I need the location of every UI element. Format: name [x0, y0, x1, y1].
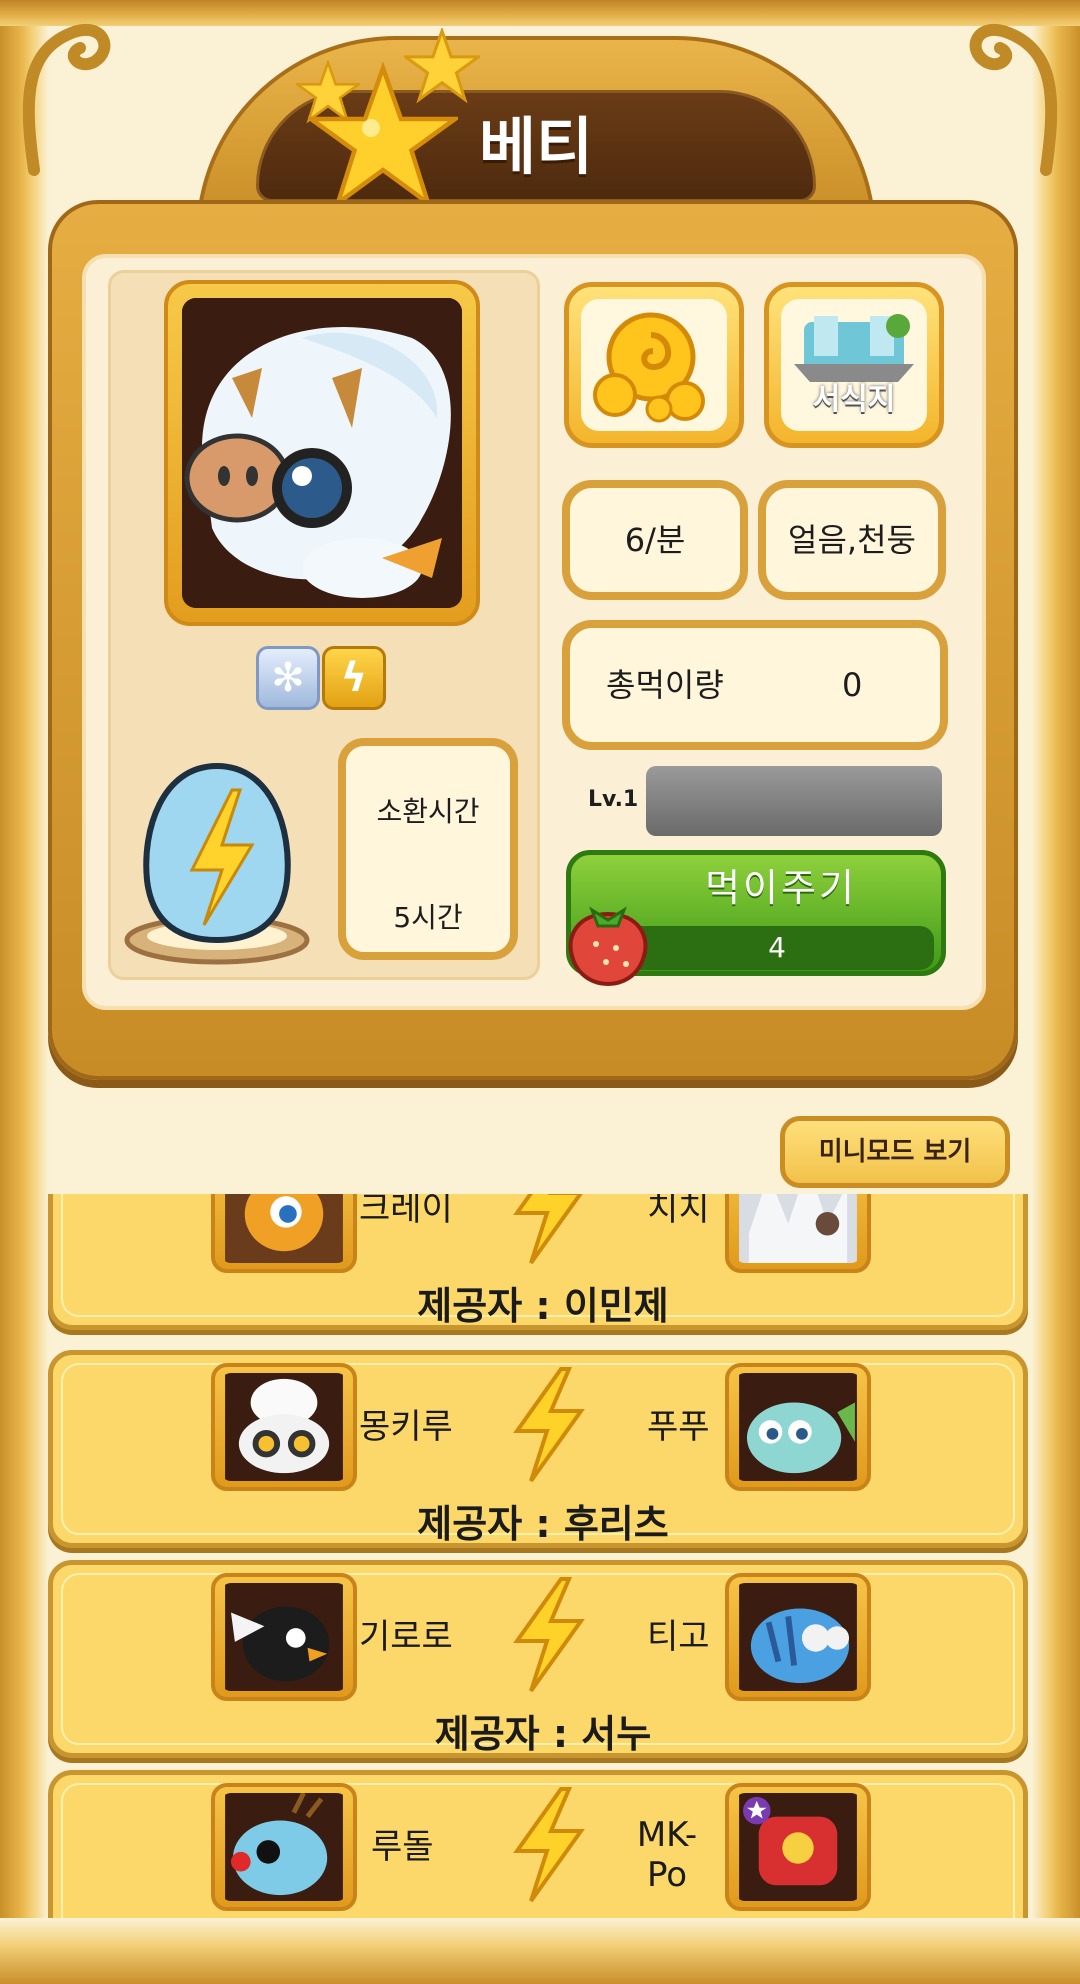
- gold-coins-icon: [593, 312, 705, 423]
- pet-avatar-icon: [182, 298, 462, 608]
- combo-right-name: MK-Po: [636, 1815, 698, 1895]
- pet-portrait: [164, 280, 480, 626]
- pet-monkiru-icon: [225, 1373, 343, 1481]
- habitat-button[interactable]: 서식지: [764, 282, 944, 448]
- frame-bottom-border: [0, 1918, 1080, 1984]
- habitat-types-box: 얼음,천둥: [758, 480, 946, 600]
- habitat-types-value: 얼음,천둥: [788, 521, 916, 559]
- combo-card: 몽키루 푸푸 제공자 : 후리츠: [48, 1350, 1028, 1548]
- combo-left-thumb[interactable]: [211, 1783, 357, 1911]
- combo-left-name: 몽키루: [359, 1407, 453, 1447]
- combo-card: 크레이 치치 제공자 : 이민제: [48, 1194, 1028, 1330]
- ornament-top-left-icon: [22, 24, 111, 176]
- combo-left-thumb[interactable]: [211, 1363, 357, 1491]
- combo-left-name: 루돌: [371, 1827, 434, 1867]
- combo-left-name: 기로로: [359, 1617, 453, 1657]
- combo-card: 루돌 MK-Po: [48, 1770, 1028, 1918]
- feed-count: 4: [620, 926, 934, 970]
- food-total-label: 총먹이량: [606, 666, 724, 704]
- pet-rudol-icon: [225, 1793, 343, 1901]
- combo-left-name: 크레이: [359, 1194, 453, 1229]
- summon-time-value: 5시간: [393, 901, 463, 934]
- pet-giroro-icon: [225, 1583, 343, 1691]
- combo-list[interactable]: 크레이 치치 제공자 : 이민제 몽키루 푸푸 제공자 : 후리츠 기로로 티고…: [48, 1194, 1028, 1918]
- combo-right-name: 푸푸: [647, 1407, 710, 1447]
- combo-right-thumb[interactable]: [725, 1783, 871, 1911]
- combo-provider: 제공자 : 이민제: [417, 1284, 669, 1328]
- frame-top-border: [0, 0, 1080, 26]
- pet-mkpo-icon: [739, 1793, 857, 1901]
- combo-provider: 제공자 : 후리츠: [417, 1502, 669, 1546]
- lightning-bolt-icon: [513, 1194, 583, 1265]
- combo-card: 기로로 티고 제공자 : 서누: [48, 1560, 1028, 1758]
- summon-time-label: 소환시간: [376, 795, 480, 828]
- lightning-bolt-icon: [513, 1367, 585, 1483]
- combo-right-name: 티고: [647, 1617, 710, 1657]
- strawberry-icon: [568, 906, 648, 987]
- ornament-top-right-icon: [969, 24, 1058, 176]
- lightning-bolt-icon: [513, 1787, 585, 1903]
- pet-chichi-icon: [739, 1194, 857, 1263]
- experience-bar: [646, 766, 942, 836]
- combo-right-name: 치치: [647, 1194, 710, 1229]
- snowflake-icon: ✻: [256, 646, 320, 710]
- habitat-label: 서식지: [812, 382, 896, 417]
- pet-pupu-icon: [739, 1373, 857, 1481]
- pet-tigo-icon: [739, 1583, 857, 1691]
- pet-kurei-icon: [225, 1194, 343, 1263]
- habitat-island-icon: [794, 314, 914, 382]
- summon-time-box: 소환시간 5시간: [338, 738, 518, 960]
- production-rate-box: 6/분: [562, 480, 748, 600]
- level-label: Lv.1: [588, 787, 639, 812]
- feed-button-label: 먹이주기: [705, 866, 857, 910]
- coin-button[interactable]: [564, 282, 744, 448]
- combo-left-thumb[interactable]: [211, 1194, 357, 1273]
- food-total-box: 총먹이량 0: [562, 620, 948, 750]
- food-total-value: 0: [842, 666, 863, 704]
- element-egg: [122, 760, 312, 970]
- lightning-bolt-icon: [513, 1577, 585, 1693]
- combo-right-thumb[interactable]: [725, 1194, 871, 1273]
- combo-right-thumb[interactable]: [725, 1363, 871, 1491]
- combo-provider: 제공자 : 서누: [434, 1712, 652, 1756]
- combo-left-thumb[interactable]: [211, 1573, 357, 1701]
- pet-name-title: 베티: [478, 110, 594, 183]
- production-rate-value: 6/분: [624, 521, 686, 559]
- combo-right-thumb[interactable]: [725, 1573, 871, 1701]
- lightning-icon: ϟ: [322, 646, 386, 710]
- mini-mode-button[interactable]: 미니모드 보기: [780, 1116, 1010, 1188]
